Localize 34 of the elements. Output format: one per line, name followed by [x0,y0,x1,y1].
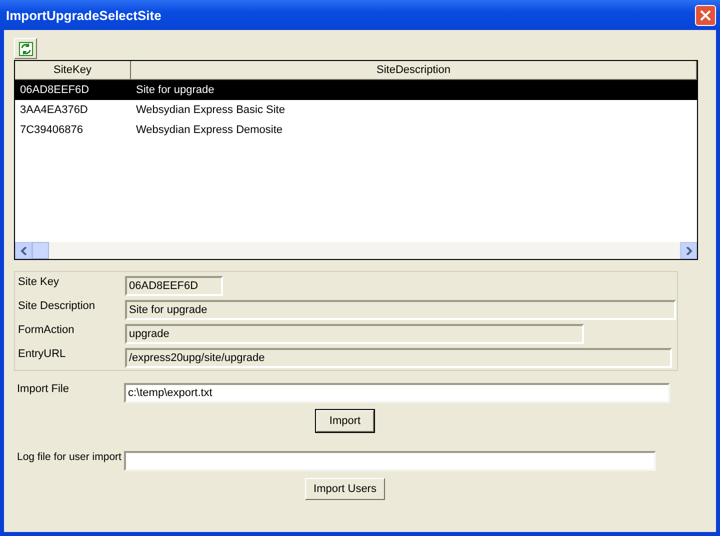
table-cell-text: Websydian Express Basic Site [135,104,286,116]
import-users-button[interactable]: Import Users [304,478,386,500]
field-label: Site Key [18,276,60,288]
field-label: Log file for user import [17,451,122,463]
readonly-field[interactable]: 06AD8EEF6D [125,276,223,296]
table-row[interactable]: 3AA4EA376D Websydian Express Basic Site [15,100,697,120]
column-header[interactable]: SiteKey [15,61,131,80]
scroll-thumb[interactable] [32,242,49,259]
table-cell-text: Websydian Express Demosite [135,124,284,136]
field-label: EntryURL [18,348,67,360]
readonly-field[interactable]: /express20upg/site/upgrade [125,348,672,368]
column-header[interactable]: SiteDescription [131,61,697,80]
table-cell-text: 7C39406876 [19,124,84,136]
table-row[interactable]: 7C39406876 Websydian Express Demosite [15,120,697,140]
close-button[interactable] [695,4,716,26]
horizontal-scrollbar[interactable] [15,242,697,259]
readonly-field[interactable]: upgrade [125,324,584,344]
scroll-right-button[interactable] [680,242,697,259]
field-label: Site Description [18,300,96,312]
field-label: Import File [17,383,70,395]
log-file-field[interactable] [124,451,656,471]
table-cell-text: Site for upgrade [135,84,216,96]
import-file-field[interactable]: c:\temp\export.txt [124,383,670,403]
window-title: ImportUpgradeSelectSite [6,8,162,22]
table-cell-text: 3AA4EA376D [19,104,89,116]
readonly-field[interactable]: Site for upgrade [125,300,676,320]
refresh-button[interactable] [14,38,37,59]
table-cell-text: 06AD8EEF6D [19,84,90,96]
table-row[interactable]: 06AD8EEF6D Site for upgrade [15,80,697,100]
refresh-icon [18,42,32,56]
close-icon [700,10,711,20]
scroll-left-button[interactable] [15,242,32,259]
field-label: FormAction [18,324,76,336]
import-button[interactable]: Import [316,410,374,432]
